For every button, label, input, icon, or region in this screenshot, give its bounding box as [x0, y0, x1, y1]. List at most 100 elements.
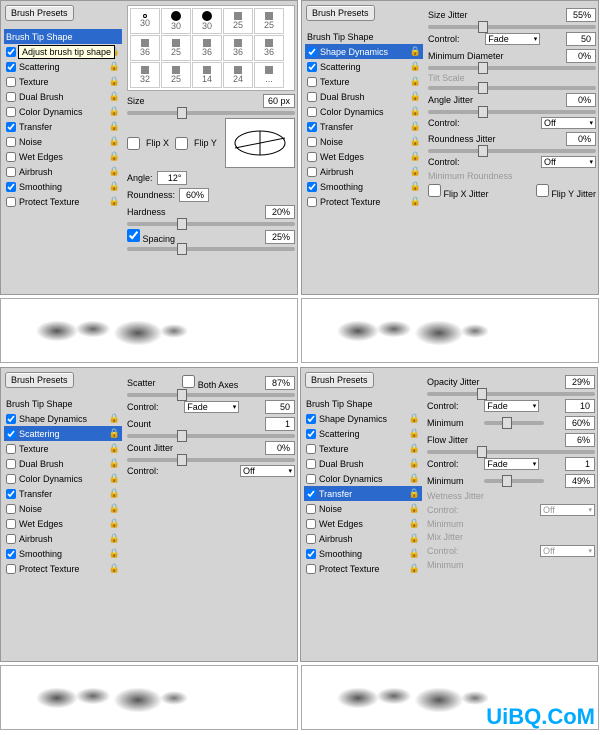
lock-icon[interactable]: 🔒 [109, 166, 120, 177]
option-check[interactable] [307, 197, 317, 207]
swatch[interactable]: 24 [223, 62, 253, 88]
option-dual-brush[interactable]: Dual Brush🔒 [305, 89, 423, 104]
option-dual-brush[interactable]: Dual Brush🔒 [4, 89, 122, 104]
lock-icon[interactable]: 🔒 [410, 91, 421, 102]
lock-icon[interactable]: 🔒 [410, 106, 421, 117]
option-check[interactable] [6, 474, 16, 484]
flowfade-val[interactable]: 1 [565, 457, 595, 471]
option-scattering[interactable]: Scattering🔒 [4, 426, 122, 441]
opfade-val[interactable]: 10 [565, 399, 595, 413]
flipy-check[interactable] [175, 137, 188, 150]
option-noise[interactable]: Noise🔒 [4, 501, 122, 516]
option-check[interactable] [306, 564, 316, 574]
swatch[interactable]: 36 [223, 35, 253, 61]
lock-icon[interactable]: 🔒 [109, 106, 120, 117]
option-check[interactable] [6, 564, 16, 574]
flipyj-check[interactable] [536, 184, 549, 197]
hard-slider[interactable] [127, 222, 295, 226]
lock-icon[interactable]: 🔒 [410, 76, 421, 87]
option-airbrush[interactable]: Airbrush🔒 [304, 531, 422, 546]
option-airbrush[interactable]: Airbrush🔒 [4, 531, 122, 546]
flowj-value[interactable]: 6% [565, 433, 595, 447]
swatch[interactable]: 25 [223, 8, 253, 34]
lock-icon[interactable]: 🔒 [109, 136, 120, 147]
option-color-dynamics[interactable]: Color Dynamics🔒 [305, 104, 423, 119]
lock-icon[interactable]: 🔒 [109, 121, 120, 132]
lock-icon[interactable]: 🔒 [410, 151, 421, 162]
option-check[interactable] [6, 489, 16, 499]
option-check[interactable] [306, 549, 316, 559]
lock-icon[interactable]: 🔒 [410, 61, 421, 72]
option-check[interactable] [6, 137, 16, 147]
option-texture[interactable]: Texture🔒 [4, 441, 122, 456]
option-check[interactable] [6, 429, 16, 439]
swatch[interactable]: 30 [192, 8, 222, 34]
swatch[interactable]: 25 [161, 62, 191, 88]
option-check[interactable] [6, 47, 16, 57]
lock-icon[interactable]: 🔒 [109, 458, 120, 469]
option-check[interactable] [306, 414, 316, 424]
lock-icon[interactable]: 🔒 [409, 488, 420, 499]
option-protect-texture[interactable]: Protect Texture🔒 [4, 561, 122, 576]
option-shape-dynamics[interactable]: Shape Dynamics🔒 [304, 411, 422, 426]
brush-tip-shape-item[interactable]: Brush Tip Shape [4, 396, 122, 411]
swatch[interactable]: 36 [130, 35, 160, 61]
option-noise[interactable]: Noise🔒 [4, 134, 122, 149]
option-check[interactable] [306, 519, 316, 529]
option-dual-brush[interactable]: Dual Brush🔒 [4, 456, 122, 471]
lock-icon[interactable]: 🔒 [410, 196, 421, 207]
flipx-check[interactable] [127, 137, 140, 150]
option-check[interactable] [6, 444, 16, 454]
fade-val[interactable]: 50 [566, 32, 596, 46]
option-check[interactable] [307, 107, 317, 117]
control-select[interactable]: Off [240, 465, 295, 477]
option-smoothing[interactable]: Smoothing🔒 [305, 179, 423, 194]
lock-icon[interactable]: 🔒 [109, 503, 120, 514]
option-check[interactable] [307, 122, 317, 132]
option-check[interactable] [6, 504, 16, 514]
swatch[interactable]: 36 [254, 35, 284, 61]
option-check[interactable] [6, 122, 16, 132]
lock-icon[interactable]: 🔒 [109, 473, 120, 484]
option-color-dynamics[interactable]: Color Dynamics🔒 [4, 471, 122, 486]
control-select[interactable]: Off [541, 117, 596, 129]
option-check[interactable] [6, 534, 16, 544]
size-value[interactable]: 60 px [263, 94, 295, 108]
option-scattering[interactable]: Scattering🔒 [304, 426, 422, 441]
option-check[interactable] [6, 62, 16, 72]
option-smoothing[interactable]: Smoothing🔒 [304, 546, 422, 561]
option-transfer[interactable]: Transfer🔒 [4, 119, 122, 134]
lock-icon[interactable]: 🔒 [409, 428, 420, 439]
angle-widget[interactable] [225, 118, 295, 168]
lock-icon[interactable]: 🔒 [410, 181, 421, 192]
swatch-grid[interactable]: 3030302525362536363632251424... [127, 5, 295, 91]
brush-presets-button[interactable]: Brush Presets [5, 372, 74, 388]
lock-icon[interactable]: 🔒 [410, 121, 421, 132]
sizejitter-slider[interactable] [428, 25, 596, 29]
option-check[interactable] [307, 182, 317, 192]
option-airbrush[interactable]: Airbrush🔒 [4, 164, 122, 179]
swatch[interactable]: 30 [161, 8, 191, 34]
option-check[interactable] [306, 429, 316, 439]
lock-icon[interactable]: 🔒 [410, 46, 421, 57]
option-wet-edges[interactable]: Wet Edges🔒 [4, 516, 122, 531]
countj-slider[interactable] [127, 458, 295, 462]
lock-icon[interactable]: 🔒 [109, 563, 120, 574]
flowmin-slider[interactable] [484, 479, 544, 483]
lock-icon[interactable]: 🔒 [410, 166, 421, 177]
option-scattering[interactable]: Scattering🔒 [4, 59, 122, 74]
control-select[interactable]: Fade [484, 458, 539, 470]
option-check[interactable] [306, 459, 316, 469]
option-airbrush[interactable]: Airbrush🔒 [305, 164, 423, 179]
roundjitter-value[interactable]: 0% [566, 132, 596, 146]
brush-tip-shape-item[interactable]: Brush Tip Shape [4, 29, 122, 44]
option-dual-brush[interactable]: Dual Brush🔒 [304, 456, 422, 471]
option-check[interactable] [6, 197, 16, 207]
opjitter-value[interactable]: 29% [565, 375, 595, 389]
option-check[interactable] [307, 77, 317, 87]
spacing-value[interactable]: 25% [265, 230, 295, 244]
mindia-slider[interactable] [428, 66, 596, 70]
scatter-value[interactable]: 87% [265, 376, 295, 390]
option-check[interactable] [6, 549, 16, 559]
swatch[interactable]: 25 [161, 35, 191, 61]
